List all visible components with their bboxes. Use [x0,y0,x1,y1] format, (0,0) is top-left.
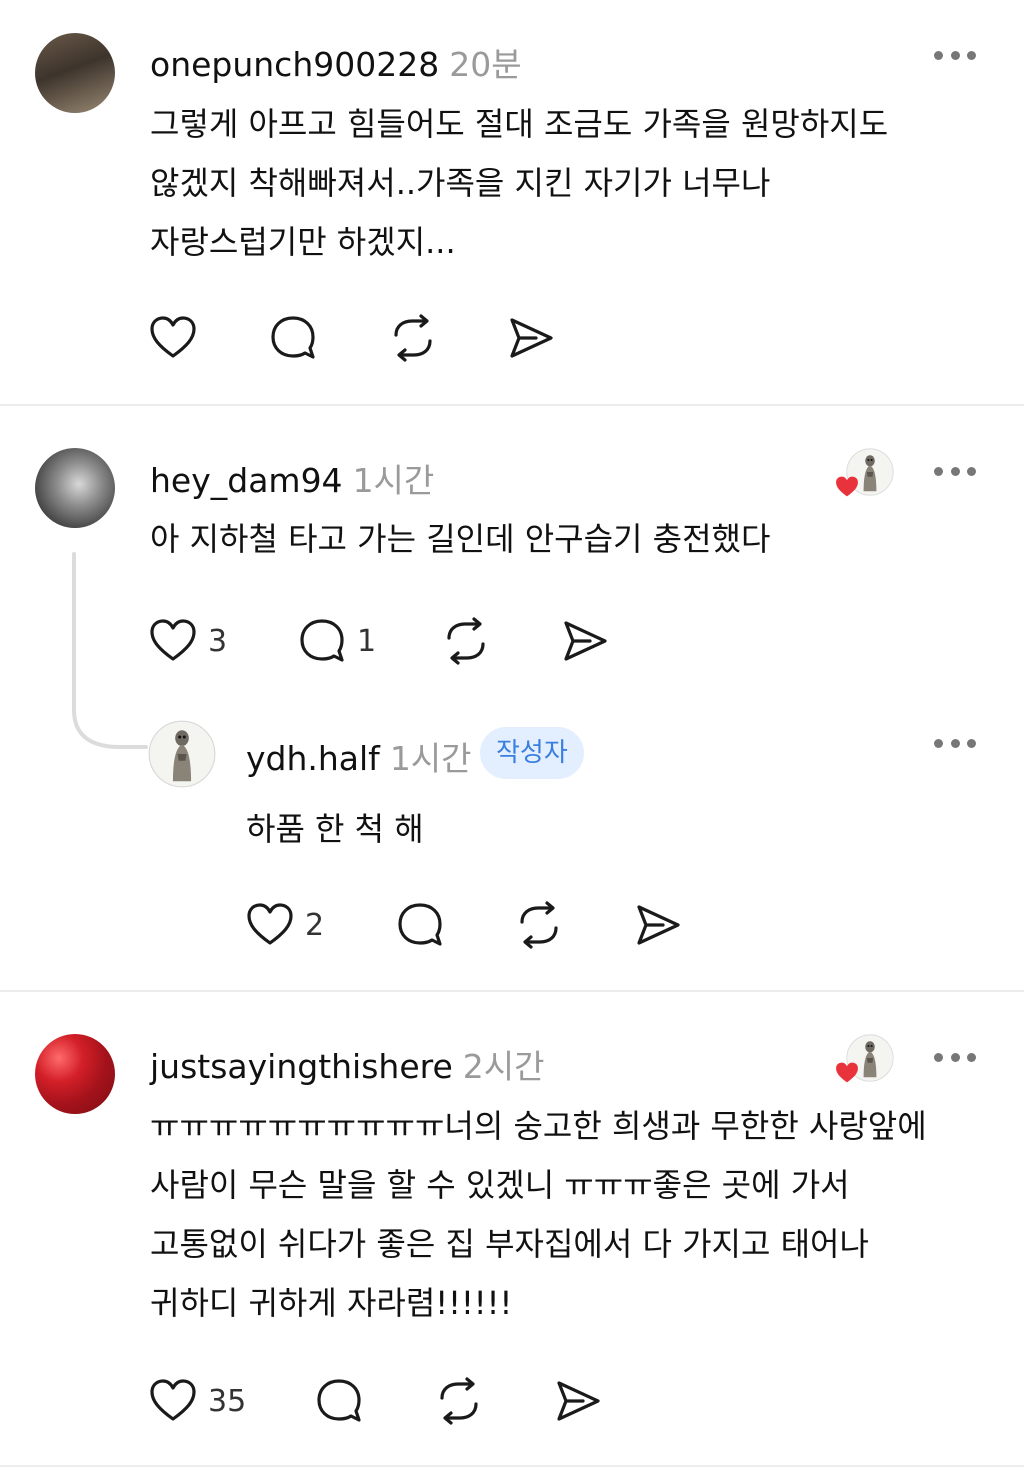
comment-line: 그렇게 아프고 힘들어도 절대 조금도 가족을 원망하지도 [150,105,889,143]
comment-line: 아 지하철 타고 가는 길인데 안구습기 충전했다 [150,520,771,558]
repost-icon [434,1376,484,1426]
comment-text: 그렇게 아프고 힘들어도 절대 조금도 가족을 원망하지도 않겠지 착해빠져서.… [150,95,888,272]
like-count: 35 [208,1383,247,1419]
send-icon [506,313,556,363]
reply-button[interactable] [314,1376,364,1426]
repost-icon [441,616,491,666]
comment-line: 하품 한 척 해 [246,810,424,848]
like-button[interactable]: 3 [148,616,227,666]
username[interactable]: hey_dam94 [150,461,343,500]
like-count: 2 [305,907,325,943]
like-button[interactable]: 2 [245,900,324,950]
author-badge: 작성자 [480,727,584,779]
comment-bubble-icon [268,313,318,363]
repost-button[interactable] [441,616,491,666]
username[interactable]: justsayingthishere [150,1047,453,1086]
more-options-icon[interactable] [934,49,976,61]
thread-connector-line [72,552,148,749]
comment-line: 귀하디 귀하게 자라렴!!!!!! [150,1284,513,1322]
repost-button[interactable] [388,313,438,363]
comment-line: 않겠지 착해빠져서..가족을 지킨 자기가 너무나 [150,164,771,202]
timestamp: 20분 [449,45,522,84]
repost-button[interactable] [434,1376,484,1426]
reply-button[interactable] [268,313,318,363]
reply-button[interactable]: 1 [297,616,376,666]
heart-icon [148,313,198,363]
heart-icon [148,616,198,666]
author-liked-indicator [836,448,894,506]
like-button[interactable]: 35 [148,1376,246,1426]
comment-author[interactable]: hey_dam94 1시간 [150,454,434,502]
avatar[interactable] [35,448,115,528]
heart-icon [148,1376,198,1426]
send-icon [633,900,683,950]
more-options-icon[interactable] [934,465,976,477]
comment-bubble-icon [314,1376,364,1426]
divider [0,990,1024,992]
avatar[interactable] [148,720,216,788]
comment-text: ㅠㅠㅠㅠㅠㅠㅠㅠㅠㅠ너의 숭고한 희생과 무한한 사랑앞에 사람이 무슨 말을 … [150,1097,927,1333]
comment-line: 사람이 무슨 말을 할 수 있겠니 ㅠㅠㅠ좋은 곳에 가서 [150,1166,850,1204]
send-icon [560,616,610,666]
comment-author[interactable]: justsayingthishere 2시간 [150,1040,545,1088]
share-button[interactable] [560,616,610,666]
more-options-icon[interactable] [934,1051,976,1063]
author-liked-indicator [836,1034,894,1092]
username[interactable]: ydh.half [246,739,380,778]
comment-text: 아 지하철 타고 가는 길인데 안구습기 충전했다 [150,510,770,569]
red-heart-icon [836,476,858,497]
timestamp: 2시간 [462,1047,545,1086]
repost-icon [514,900,564,950]
reply-button[interactable] [395,900,445,950]
reply-count: 1 [357,623,377,659]
comment-bubble-icon [395,900,445,950]
like-button[interactable] [148,313,198,363]
comment-line: ㅠㅠㅠㅠㅠㅠㅠㅠㅠㅠ너의 숭고한 희생과 무한한 사랑앞에 [150,1107,927,1145]
share-button[interactable] [553,1376,603,1426]
comment-line: 고통없이 쉬다가 좋은 집 부자집에서 다 가지고 태어나 [150,1225,869,1263]
repost-icon [388,313,438,363]
more-options-icon[interactable] [934,737,976,749]
comment-author[interactable]: ydh.half 1시간 [246,732,472,780]
timestamp: 1시간 [389,739,472,778]
like-count: 3 [208,623,228,659]
red-heart-icon [836,1062,858,1083]
avatar[interactable] [35,1034,115,1114]
heart-icon [245,900,295,950]
divider [0,404,1024,406]
comment-author[interactable]: onepunch900228 20분 [150,38,522,86]
meerkat-avatar-icon [148,720,216,788]
avatar[interactable] [35,33,115,113]
comment-text: 하품 한 척 해 [246,800,424,859]
username[interactable]: onepunch900228 [150,45,439,84]
repost-button[interactable] [514,900,564,950]
comment-line: 자랑스럽기만 하겠지... [150,223,456,261]
send-icon [553,1376,603,1426]
comment-bubble-icon [297,616,347,666]
divider [0,1465,1024,1467]
timestamp: 1시간 [352,461,435,500]
share-button[interactable] [506,313,556,363]
share-button[interactable] [633,900,683,950]
